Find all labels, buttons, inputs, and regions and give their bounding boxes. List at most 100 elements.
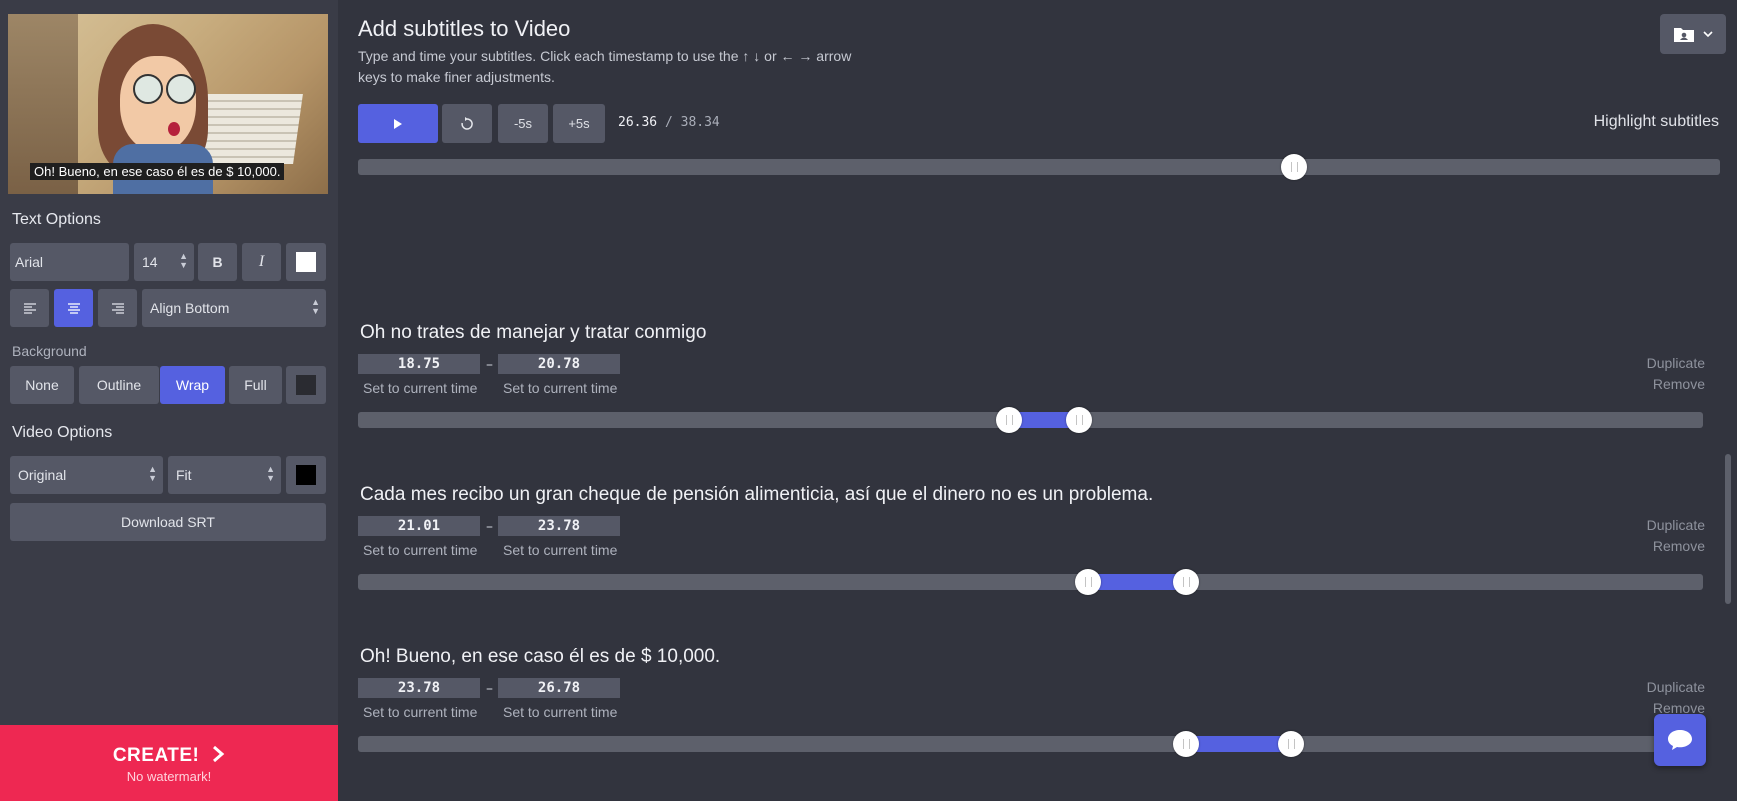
video-fit-select[interactable]: Fit ▲ ▼ bbox=[168, 456, 281, 494]
set-start-current-link[interactable]: Set to current time bbox=[363, 704, 477, 720]
subtitle-range-slider[interactable] bbox=[358, 407, 1703, 433]
time-readout: 26.36 / 38.34 bbox=[618, 115, 720, 130]
end-time-field[interactable]: 26.78 bbox=[498, 678, 620, 698]
project-menu-button[interactable] bbox=[1660, 14, 1726, 54]
set-start-current-link[interactable]: Set to current time bbox=[363, 380, 477, 396]
font-select[interactable]: Arial bbox=[10, 243, 129, 281]
set-start-current-link[interactable]: Set to current time bbox=[363, 542, 477, 558]
sidebar: Oh! Bueno, en ese caso él es de $ 10,000… bbox=[0, 0, 338, 801]
stepper-arrows-icon: ▲ ▼ bbox=[179, 251, 188, 270]
align-left-button[interactable] bbox=[10, 289, 49, 327]
playback-slider[interactable] bbox=[358, 154, 1720, 180]
start-time-field[interactable]: 21.01 bbox=[358, 516, 480, 536]
duplicate-link[interactable]: Duplicate bbox=[1647, 679, 1705, 695]
subtitle-entry: Oh no trates de manejar y tratar conmigo… bbox=[358, 322, 1705, 482]
preview-eye bbox=[166, 74, 196, 104]
create-sub: No watermark! bbox=[126, 769, 212, 784]
create-label: CREATE! bbox=[112, 745, 200, 766]
highlight-subtitles-toggle[interactable]: Highlight subtitles bbox=[1594, 113, 1719, 131]
align-right-button[interactable] bbox=[98, 289, 137, 327]
select-arrows-icon: ▲ ▼ bbox=[311, 297, 320, 316]
duplicate-link[interactable]: Duplicate bbox=[1647, 517, 1705, 533]
align-center-button[interactable] bbox=[54, 289, 93, 327]
chevron-down-icon bbox=[1703, 31, 1713, 38]
background-heading: Background bbox=[12, 343, 87, 359]
video-options-heading: Video Options bbox=[12, 424, 113, 441]
video-fit-value: Fit bbox=[176, 467, 192, 483]
italic-button[interactable]: I bbox=[242, 243, 281, 281]
select-arrows-icon: ▲ ▼ bbox=[266, 464, 275, 483]
chat-bubble-icon bbox=[1668, 730, 1692, 750]
subtitle-text[interactable]: Oh! Bueno, en ese caso él es de $ 10,000… bbox=[360, 646, 720, 668]
range-start-handle[interactable] bbox=[1173, 731, 1199, 757]
set-end-current-link[interactable]: Set to current time bbox=[503, 542, 617, 558]
restart-button[interactable] bbox=[442, 104, 492, 143]
range-start-handle[interactable] bbox=[996, 407, 1022, 433]
play-icon bbox=[394, 118, 402, 129]
playback-slider-handle[interactable] bbox=[1281, 154, 1308, 180]
subtitle-entry: Oh! Bueno, en ese caso él es de $ 10,000… bbox=[358, 646, 1705, 801]
start-time-field[interactable]: 23.78 bbox=[358, 678, 480, 698]
duplicate-link[interactable]: Duplicate bbox=[1647, 355, 1705, 371]
text-options-heading: Text Options bbox=[12, 211, 101, 228]
bg-wrap-button[interactable]: Wrap bbox=[160, 366, 225, 404]
video-color-swatch bbox=[296, 465, 316, 485]
total-time: 38.34 bbox=[680, 115, 720, 130]
time-dash: – bbox=[486, 519, 493, 535]
create-label-row: CREATE! bbox=[0, 745, 338, 767]
font-size-stepper[interactable]: 14 ▲ ▼ bbox=[134, 243, 194, 281]
instructions-text: Type and time your subtitles. Click each… bbox=[358, 48, 852, 85]
text-color-swatch bbox=[296, 252, 316, 272]
bg-outline-button[interactable]: Outline bbox=[79, 366, 159, 404]
time-dash: – bbox=[486, 357, 493, 373]
main-panel: Add subtitles to Video Type and time you… bbox=[338, 0, 1737, 801]
create-button[interactable]: CREATE! No watermark! bbox=[0, 725, 338, 801]
subtitle-list-scrollbar[interactable] bbox=[1723, 192, 1733, 801]
folder-user-icon bbox=[1674, 28, 1694, 42]
preview-mouth bbox=[168, 122, 180, 136]
remove-link[interactable]: Remove bbox=[1653, 538, 1705, 554]
download-srt-button[interactable]: Download SRT bbox=[10, 503, 326, 541]
bg-none-button[interactable]: None bbox=[10, 366, 74, 404]
bold-button[interactable]: B bbox=[198, 243, 237, 281]
align-center-icon bbox=[67, 303, 80, 314]
subtitle-text[interactable]: Oh no trates de manejar y tratar conmigo bbox=[360, 322, 706, 344]
range-end-handle[interactable] bbox=[1066, 407, 1092, 433]
range-start-handle[interactable] bbox=[1075, 569, 1101, 595]
remove-link[interactable]: Remove bbox=[1653, 376, 1705, 392]
subtitle-range-slider[interactable] bbox=[358, 731, 1703, 757]
vertical-align-select[interactable]: Align Bottom ▲ ▼ bbox=[142, 289, 326, 327]
current-time: 26.36 bbox=[618, 115, 658, 130]
end-time-field[interactable]: 20.78 bbox=[498, 354, 620, 374]
subtitle-text[interactable]: Cada mes recibo un gran cheque de pensió… bbox=[360, 484, 1153, 506]
vertical-align-value: Align Bottom bbox=[150, 300, 230, 316]
subtitle-range-fill bbox=[1088, 574, 1186, 590]
video-color-button[interactable] bbox=[286, 456, 326, 494]
subtitle-entry: Cada mes recibo un gran cheque de pensió… bbox=[358, 484, 1705, 644]
video-preview[interactable]: Oh! Bueno, en ese caso él es de $ 10,000… bbox=[8, 14, 328, 194]
time-separator: / bbox=[664, 115, 673, 130]
scrollbar-thumb[interactable] bbox=[1725, 454, 1731, 604]
video-size-select[interactable]: Original ▲ ▼ bbox=[10, 456, 163, 494]
font-size-value: 14 bbox=[142, 254, 158, 270]
range-end-handle[interactable] bbox=[1278, 731, 1304, 757]
subtitle-range-slider[interactable] bbox=[358, 569, 1703, 595]
start-time-field[interactable]: 18.75 bbox=[358, 354, 480, 374]
chat-button[interactable] bbox=[1654, 714, 1706, 766]
range-end-handle[interactable] bbox=[1173, 569, 1199, 595]
chevron-right-icon bbox=[213, 745, 225, 763]
bg-full-button[interactable]: Full bbox=[229, 366, 282, 404]
play-button[interactable] bbox=[358, 104, 438, 143]
text-color-button[interactable] bbox=[286, 243, 326, 281]
set-end-current-link[interactable]: Set to current time bbox=[503, 380, 617, 396]
set-end-current-link[interactable]: Set to current time bbox=[503, 704, 617, 720]
bg-color-button[interactable] bbox=[286, 366, 326, 404]
subtitle-range-fill bbox=[1186, 736, 1291, 752]
preview-face bbox=[120, 56, 196, 152]
forward-5s-button[interactable]: +5s bbox=[553, 104, 605, 143]
select-arrows-icon: ▲ ▼ bbox=[148, 464, 157, 483]
preview-eye bbox=[133, 74, 163, 104]
end-time-field[interactable]: 23.78 bbox=[498, 516, 620, 536]
preview-subtitle: Oh! Bueno, en ese caso él es de $ 10,000… bbox=[30, 163, 285, 180]
back-5s-button[interactable]: -5s bbox=[498, 104, 548, 143]
